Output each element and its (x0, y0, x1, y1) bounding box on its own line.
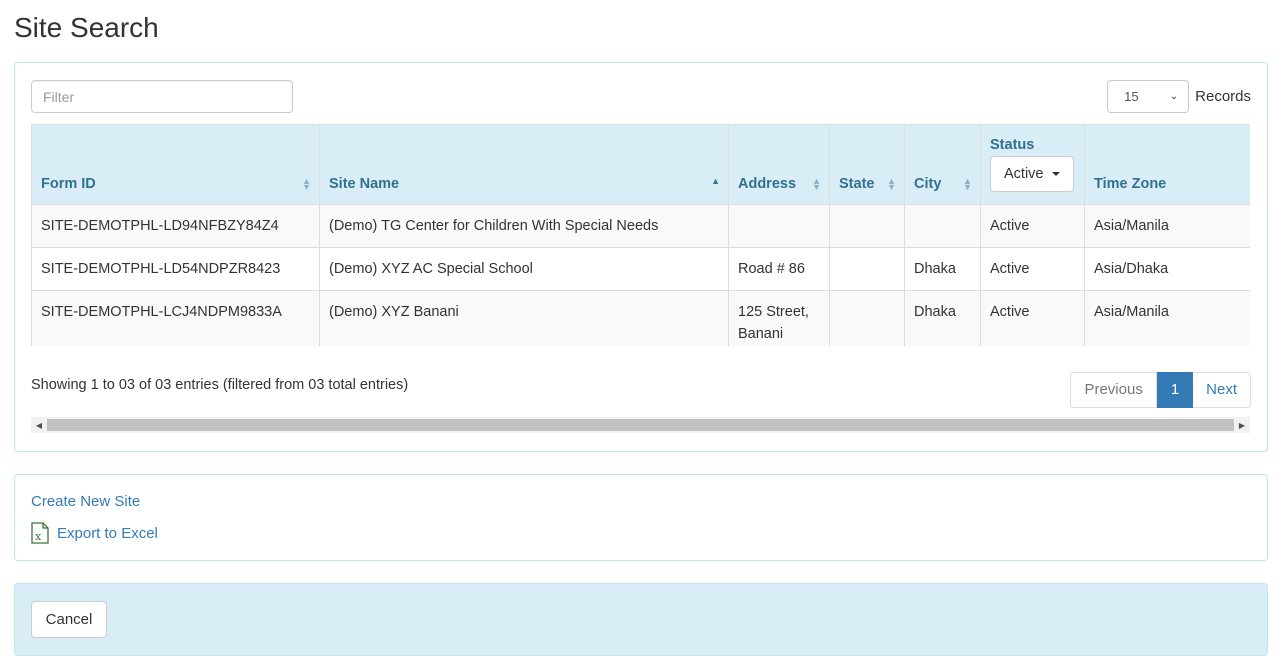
cell-time-zone: Asia/Manila (1084, 204, 1250, 248)
filter-input[interactable] (31, 80, 293, 113)
cell-state (829, 204, 905, 248)
column-label: Form ID (41, 176, 96, 192)
column-label: State (839, 176, 875, 192)
cell-state (829, 290, 905, 346)
table-row[interactable]: SITE-DEMOTPHL-LD54NDPZR8423 (Demo) XYZ AC… (31, 247, 1250, 291)
records-select-value: 15 (1124, 89, 1139, 104)
sites-table: Form ID ▲ ▼ Site Name ▲ Address ▲ ▼ State … (31, 124, 1250, 346)
cell-city: Dhaka (904, 247, 981, 291)
cell-time-zone: Asia/Dhaka (1084, 247, 1250, 291)
table-row[interactable]: SITE-DEMOTPHL-LD94NFBZY84Z4 (Demo) TG Cen… (31, 204, 1250, 248)
table-info: Showing 1 to 03 of 03 entries (filtered … (31, 377, 409, 393)
chevron-down-icon: ⌄ (1169, 91, 1179, 102)
cell-site-name: (Demo) XYZ AC Special School (319, 247, 729, 291)
sites-table-wrapper: Form ID ▲ ▼ Site Name ▲ Address ▲ ▼ State … (31, 124, 1250, 346)
cell-time-zone: Asia/Manila (1084, 290, 1250, 346)
create-new-site-link[interactable]: Create New Site (31, 493, 140, 510)
column-label: Site Name (329, 176, 400, 192)
column-header-city[interactable]: City ▲ ▼ (904, 124, 981, 205)
cell-form-id: SITE-DEMOTPHL-LD94NFBZY84Z4 (31, 204, 320, 248)
sort-both-icon: ▲ ▼ (812, 176, 821, 192)
page-title: Site Search (14, 12, 159, 43)
cell-status: Active (980, 290, 1085, 346)
cell-address: Road # 86 (728, 247, 830, 291)
sort-both-icon: ▲ ▼ (963, 176, 972, 192)
records-control: 15 ⌄ Records (1107, 80, 1251, 113)
sort-both-icon: ▲ ▼ (887, 176, 896, 192)
export-to-excel-link[interactable]: x Export to Excel (31, 522, 158, 544)
column-header-address[interactable]: Address ▲ ▼ (728, 124, 830, 205)
status-filter-value: Active (1004, 166, 1044, 182)
column-label: City (914, 176, 942, 192)
cell-state (829, 247, 905, 291)
footer-panel: Cancel (14, 583, 1268, 656)
cell-status: Active (980, 247, 1085, 291)
export-to-excel-label[interactable]: Export to Excel (57, 525, 158, 542)
cell-form-id: SITE-DEMOTPHL-LD54NDPZR8423 (31, 247, 320, 291)
sort-asc-icon: ▲ (711, 176, 720, 186)
cell-form-id: SITE-DEMOTPHL-LCJ4NDPM9833A (31, 290, 320, 346)
cell-address: 125 Street, Banani (728, 290, 830, 346)
column-header-form-id[interactable]: Form ID ▲ ▼ (31, 124, 320, 205)
status-filter-dropdown[interactable]: Active (990, 156, 1074, 192)
cell-city: Dhaka (904, 290, 981, 346)
cell-status: Active (980, 204, 1085, 248)
cancel-button[interactable]: Cancel (31, 601, 107, 638)
cell-address (728, 204, 830, 248)
scroll-right-icon[interactable]: ▶ (1234, 421, 1250, 430)
scrollbar-thumb[interactable] (47, 419, 1234, 431)
sort-both-icon: ▲ ▼ (302, 176, 311, 192)
search-panel: 15 ⌄ Records Form ID ▲▼ Site Name ▲ (14, 62, 1268, 452)
page-1-button[interactable]: 1 (1156, 372, 1194, 408)
column-header-time-zone: Time Zone (1084, 124, 1250, 205)
horizontal-scrollbar[interactable]: ◀ ▶ (31, 417, 1250, 433)
column-header-site-name[interactable]: Site Name ▲ (319, 124, 729, 205)
cell-city (904, 204, 981, 248)
cell-site-name: (Demo) XYZ Banani (319, 290, 729, 346)
column-label: Status (990, 137, 1035, 153)
cell-site-name: (Demo) TG Center for Children With Speci… (319, 204, 729, 248)
next-page-button[interactable]: Next (1193, 372, 1251, 408)
excel-file-icon: x (31, 522, 49, 544)
column-header-status: Status Active (980, 124, 1085, 205)
column-header-state[interactable]: State ▲ ▼ (829, 124, 905, 205)
pagination: Previous 1 Next (1070, 372, 1251, 408)
table-row[interactable]: SITE-DEMOTPHL-LCJ4NDPM9833A (Demo) XYZ Ba… (31, 290, 1250, 346)
records-label: Records (1195, 88, 1251, 105)
scroll-left-icon[interactable]: ◀ (31, 421, 47, 430)
table-header-row: Form ID ▲ ▼ Site Name ▲ Address ▲ ▼ State … (31, 124, 1250, 205)
caret-down-icon (1051, 172, 1060, 176)
previous-page-button[interactable]: Previous (1070, 372, 1157, 408)
records-select[interactable]: 15 ⌄ (1107, 80, 1190, 113)
actions-panel: Create New Site x Export to Excel (14, 474, 1268, 561)
svg-text:x: x (35, 530, 42, 543)
column-label: Time Zone (1094, 176, 1167, 192)
column-label: Address (738, 176, 797, 192)
